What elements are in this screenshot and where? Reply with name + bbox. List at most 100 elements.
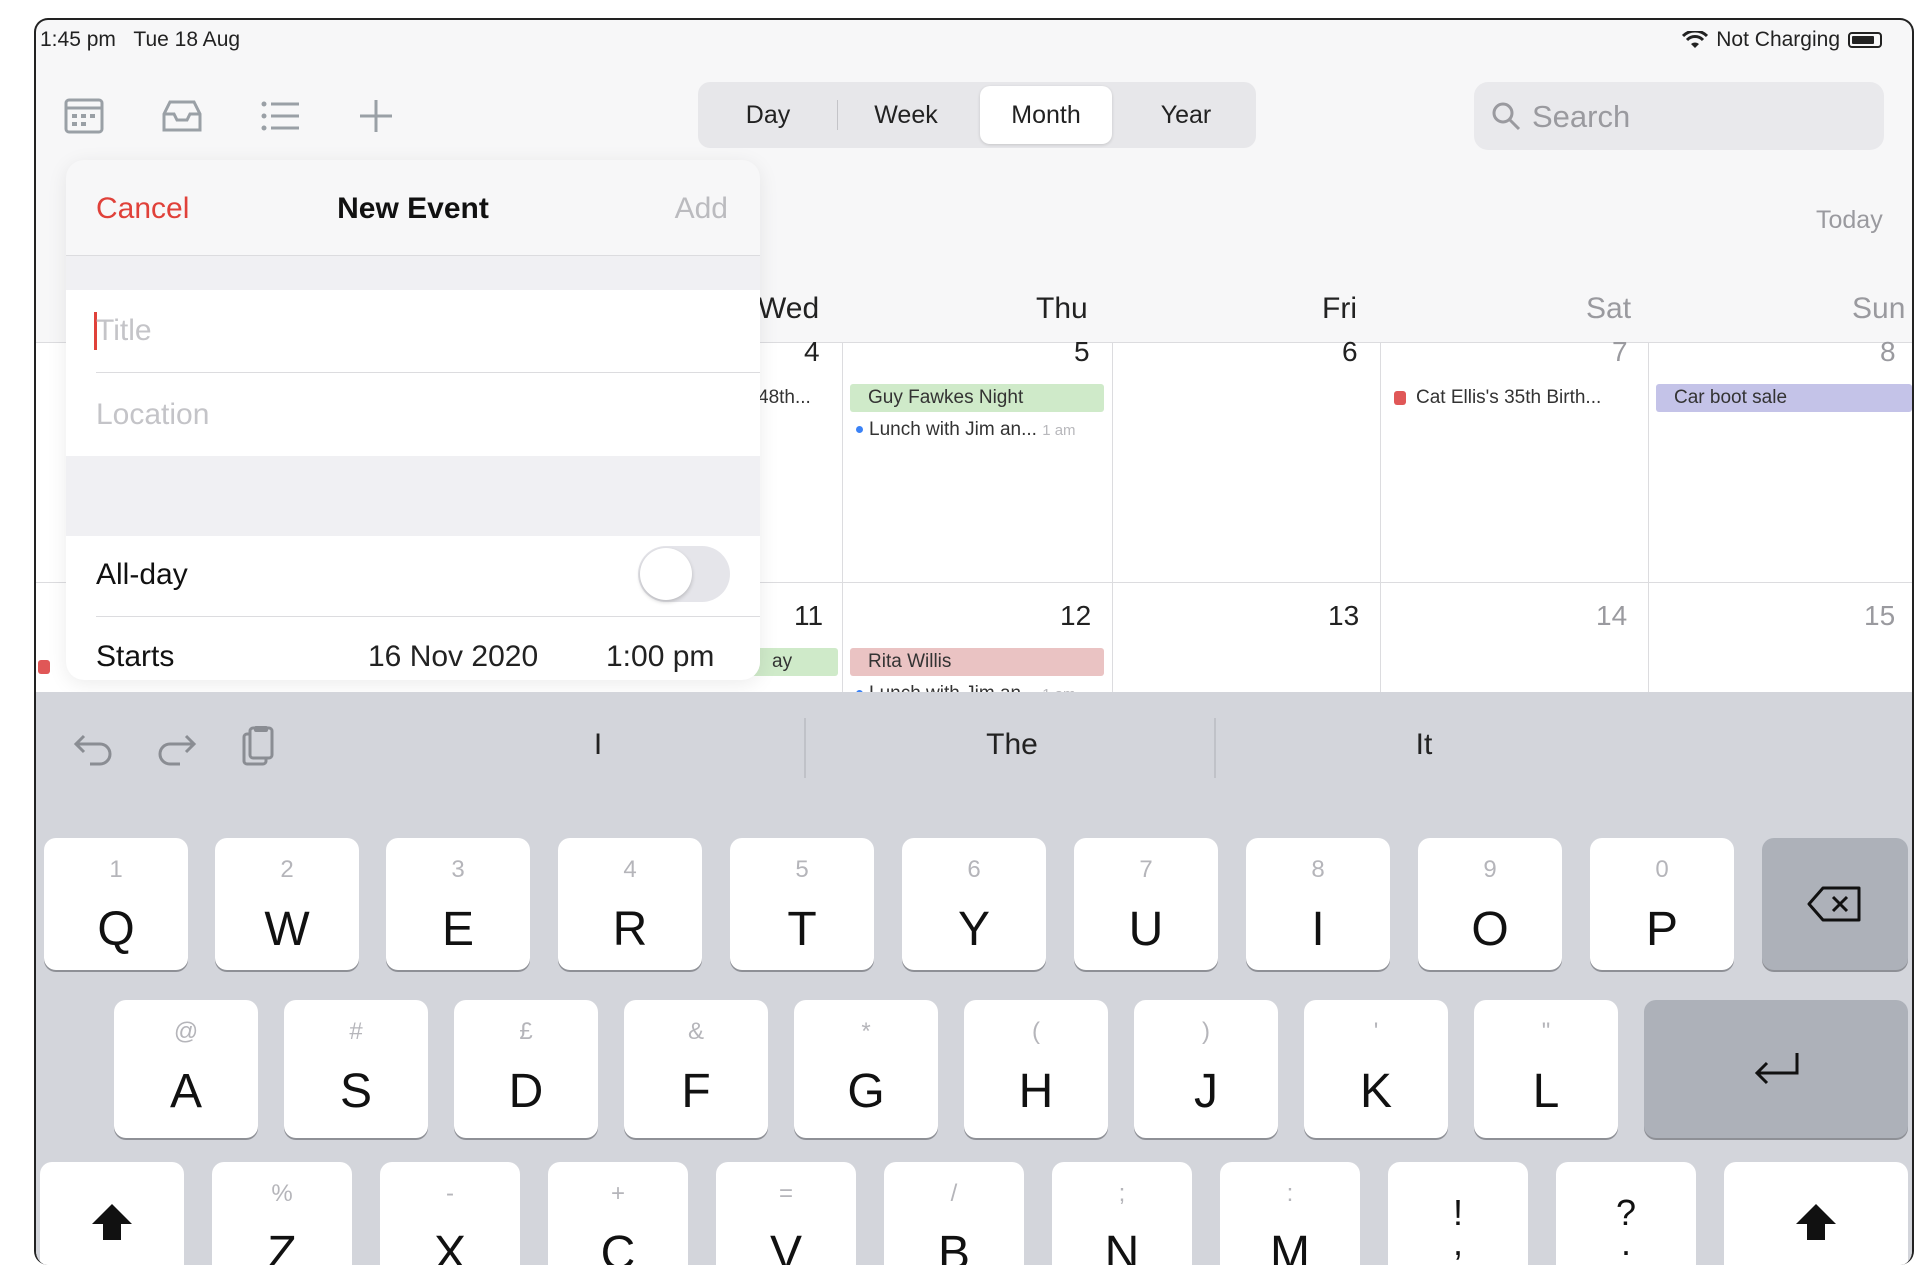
key-v[interactable]: = V bbox=[716, 1162, 856, 1265]
starts-label: Starts bbox=[96, 640, 175, 673]
return-key[interactable] bbox=[1644, 1000, 1908, 1138]
key-d[interactable]: £ D bbox=[454, 1000, 598, 1138]
calendar-event[interactable]: 48th... bbox=[752, 384, 838, 412]
grid-line bbox=[1648, 342, 1649, 722]
key-y[interactable]: 6Y bbox=[902, 838, 1046, 970]
search-placeholder: Search bbox=[1532, 99, 1631, 134]
day-number[interactable]: 6 bbox=[1342, 336, 1358, 368]
view-switcher: Day Week Month Year bbox=[698, 82, 1256, 148]
popover-header: New Event Cancel Add bbox=[66, 160, 760, 256]
starts-date[interactable]: 16 Nov 2020 bbox=[368, 640, 538, 674]
starts-time[interactable]: 1:00 pm bbox=[606, 640, 714, 674]
key-o[interactable]: 9O bbox=[1418, 838, 1562, 970]
day-number[interactable]: 11 bbox=[794, 600, 823, 632]
allday-toggle[interactable] bbox=[638, 546, 730, 602]
status-time: 1:45 pm Tue 18 Aug bbox=[40, 28, 241, 51]
calendar-event[interactable]: Cat Ellis's 35th Birth... bbox=[1388, 384, 1644, 412]
today-button[interactable]: Today bbox=[1816, 206, 1883, 235]
suggestion[interactable]: I bbox=[538, 728, 658, 762]
gift-icon bbox=[1394, 390, 1406, 405]
key-x[interactable]: -X bbox=[380, 1162, 520, 1265]
title-location-group: Title Location bbox=[66, 290, 760, 456]
key-n[interactable]: ; N bbox=[1052, 1162, 1192, 1265]
event-title: Cat Ellis's 35th Birth... bbox=[1416, 387, 1602, 408]
location-field[interactable]: Location bbox=[96, 398, 209, 432]
key-l[interactable]: " L bbox=[1474, 1000, 1618, 1138]
paste-icon[interactable] bbox=[234, 722, 282, 770]
calendar-event[interactable]: Rita Willis bbox=[850, 648, 1104, 676]
key-a[interactable]: @ A bbox=[114, 1000, 258, 1138]
day-number[interactable]: 15 bbox=[1864, 600, 1895, 632]
shift-icon bbox=[1796, 1204, 1836, 1240]
day-number[interactable]: 12 bbox=[1060, 600, 1091, 632]
add-button[interactable]: Add bbox=[675, 192, 728, 226]
day-number[interactable]: 5 bbox=[1074, 336, 1090, 368]
calendar-icon[interactable] bbox=[60, 92, 108, 140]
redo-icon[interactable] bbox=[152, 722, 200, 770]
charging-status: Not Charging bbox=[1716, 28, 1840, 51]
inbox-icon[interactable] bbox=[158, 92, 206, 140]
key-u[interactable]: 7U bbox=[1074, 838, 1218, 970]
keyboard: I The It 1Q 2W 3E 4R 5T 6Y 7U 8I 9O 0P @… bbox=[36, 692, 1912, 1265]
day-number[interactable]: 7 bbox=[1612, 336, 1628, 368]
new-event-popover: New Event Cancel Add Title Location All-… bbox=[66, 160, 760, 680]
day-number[interactable]: 8 bbox=[1880, 336, 1896, 368]
key-z[interactable]: % Z bbox=[212, 1162, 352, 1265]
calendar-event[interactable]: Lunch with Jim an... 1 am bbox=[850, 416, 1104, 444]
key-f[interactable]: & F bbox=[624, 1000, 768, 1138]
tab-week[interactable]: Week bbox=[840, 86, 972, 144]
suggestion[interactable]: The bbox=[952, 728, 1072, 762]
key-h[interactable]: (H bbox=[964, 1000, 1108, 1138]
day-number[interactable]: 4 bbox=[804, 336, 820, 368]
key-j[interactable]: ) J bbox=[1134, 1000, 1278, 1138]
backspace-icon bbox=[1807, 886, 1861, 922]
delete-key[interactable] bbox=[1762, 838, 1908, 970]
key-r[interactable]: 4R bbox=[558, 838, 702, 970]
key-c[interactable]: + C bbox=[548, 1162, 688, 1265]
grid-line bbox=[1380, 342, 1381, 722]
title-field[interactable]: Title bbox=[96, 314, 152, 348]
key-comma[interactable]: !, bbox=[1388, 1162, 1528, 1265]
shift-right-key[interactable] bbox=[1724, 1162, 1908, 1265]
key-p[interactable]: 0P bbox=[1590, 838, 1734, 970]
key-b[interactable]: / B bbox=[884, 1162, 1024, 1265]
weekday-thu: Thu bbox=[1036, 292, 1088, 325]
calendar-event[interactable]: Car boot sale bbox=[1656, 384, 1912, 412]
key-q[interactable]: 1Q bbox=[44, 838, 188, 970]
key-g[interactable]: * G bbox=[794, 1000, 938, 1138]
grid-line bbox=[1112, 342, 1113, 722]
toggle-knob bbox=[640, 548, 692, 600]
return-icon bbox=[1754, 1053, 1799, 1085]
gift-icon bbox=[38, 660, 50, 674]
shift-icon bbox=[92, 1204, 132, 1240]
allday-label: All-day bbox=[96, 558, 188, 591]
list-icon[interactable] bbox=[256, 92, 304, 140]
suggestion[interactable]: It bbox=[1364, 728, 1484, 762]
calendar-event[interactable]: ay bbox=[752, 648, 838, 676]
status-bar: 1:45 pm Tue 18 Aug Not Charging bbox=[36, 20, 1912, 60]
day-number[interactable]: 14 bbox=[1596, 600, 1627, 632]
weekday-sun: Sun bbox=[1852, 292, 1906, 325]
tab-month[interactable]: Month bbox=[980, 86, 1112, 144]
field-separator bbox=[96, 616, 760, 617]
key-k[interactable]: ' K bbox=[1304, 1000, 1448, 1138]
field-separator bbox=[96, 372, 760, 373]
key-t[interactable]: 5T bbox=[730, 838, 874, 970]
tab-year[interactable]: Year bbox=[1120, 86, 1252, 144]
key-e[interactable]: 3E bbox=[386, 838, 530, 970]
search-field[interactable]: Search bbox=[1474, 82, 1884, 150]
key-m[interactable]: :M bbox=[1220, 1162, 1360, 1265]
key-s[interactable]: # S bbox=[284, 1000, 428, 1138]
undo-icon[interactable] bbox=[70, 722, 118, 770]
day-number[interactable]: 13 bbox=[1328, 600, 1359, 632]
key-period[interactable]: ?. bbox=[1556, 1162, 1696, 1265]
tab-day[interactable]: Day bbox=[702, 86, 834, 144]
plus-icon[interactable] bbox=[352, 92, 400, 140]
cancel-button[interactable]: Cancel bbox=[96, 192, 189, 226]
calendar-event[interactable]: Guy Fawkes Night bbox=[850, 384, 1104, 412]
event-title: Lunch with Jim an... bbox=[869, 419, 1037, 440]
shift-left-key[interactable] bbox=[40, 1162, 184, 1265]
key-w[interactable]: 2W bbox=[215, 838, 359, 970]
search-icon bbox=[1492, 102, 1521, 131]
key-i[interactable]: 8I bbox=[1246, 838, 1390, 970]
